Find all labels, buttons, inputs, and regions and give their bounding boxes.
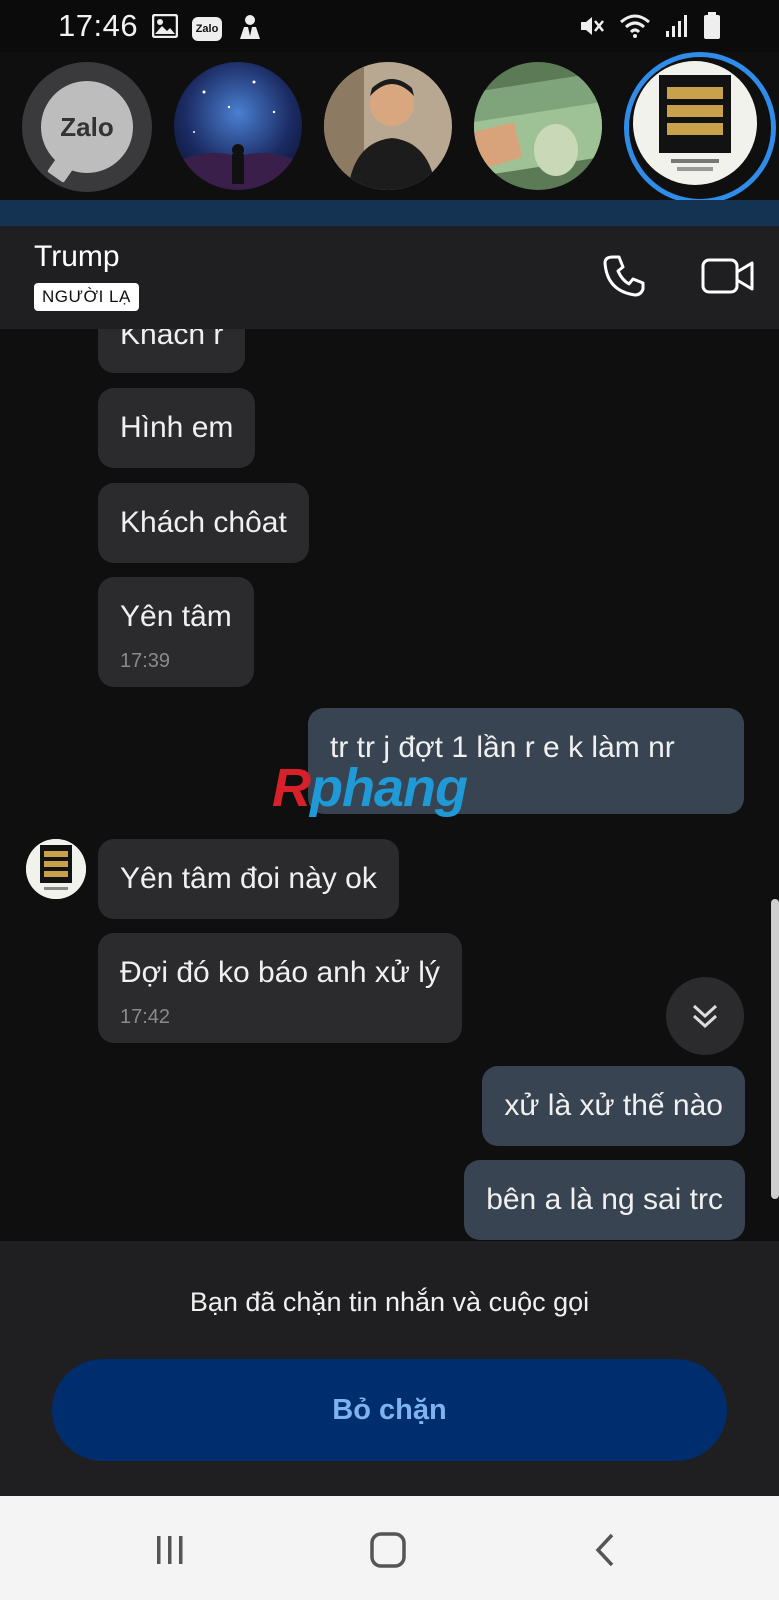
zalo-chat-head[interactable]: Zalo xyxy=(22,62,152,192)
chat-head-trump[interactable] xyxy=(633,61,757,185)
signal-icon xyxy=(665,13,689,44)
message-timestamp: 17:42 xyxy=(120,1006,171,1028)
chat-head-night-sky[interactable] xyxy=(174,62,302,190)
recent-apps-button[interactable] xyxy=(140,1520,200,1580)
home-icon xyxy=(370,1532,406,1568)
message-text: bên a là ng sai trc xyxy=(486,1183,723,1216)
video-call-button[interactable] xyxy=(698,248,758,304)
message-bubble[interactable]: xử là xử thế nào xyxy=(482,1066,745,1146)
chat-title[interactable]: Trump xyxy=(34,240,120,274)
message-bubble[interactable]: Khách chôat xyxy=(98,483,309,563)
message-bubble[interactable]: Đợi đó ko báo anh xử lý 17:42 xyxy=(98,933,462,1043)
message-text: Đợi đó ko báo anh xử lý xyxy=(120,956,440,989)
message-timestamp: 17:39 xyxy=(120,650,171,672)
header-accent-strip xyxy=(0,200,779,226)
message-text: Khách chôat xyxy=(120,506,287,539)
recent-apps-icon xyxy=(157,1536,183,1564)
message-text: Yên tâm xyxy=(120,600,232,633)
message-bubble[interactable]: bên a là ng sai trc xyxy=(464,1160,745,1240)
incognito-icon xyxy=(236,12,264,45)
zalo-logo-icon: Zalo xyxy=(41,81,133,173)
blocked-message: Bạn đã chặn tin nhắn và cuộc gọi xyxy=(189,1287,590,1317)
trump-poster-avatar xyxy=(633,61,757,185)
message-bubble[interactable]: Khach r xyxy=(98,329,246,373)
blocked-panel: Bạn đã chặn tin nhắn và cuộc gọi Bỏ chặn xyxy=(0,1241,779,1496)
stranger-badge: NGƯỜI LẠ xyxy=(34,283,139,311)
message-bubble[interactable]: Yên tâm 17:39 xyxy=(98,577,254,687)
voice-call-button[interactable] xyxy=(596,248,652,304)
scroll-to-bottom-button[interactable] xyxy=(666,977,744,1055)
back-button[interactable] xyxy=(576,1520,636,1580)
chevron-double-down-icon xyxy=(692,1004,718,1029)
sender-avatar[interactable] xyxy=(26,839,86,899)
message-bubble[interactable]: Hình em xyxy=(98,388,256,468)
video-icon xyxy=(701,258,754,294)
battery-icon xyxy=(703,12,721,45)
status-bar: 17:46 Zalo xyxy=(0,0,779,52)
message-text: Khach r xyxy=(120,329,224,351)
trump-poster-avatar xyxy=(26,839,86,899)
night-sky-avatar xyxy=(174,62,302,190)
status-icons-left: Zalo xyxy=(151,12,264,45)
phone-icon xyxy=(603,255,645,297)
mute-icon xyxy=(579,13,605,44)
home-button[interactable] xyxy=(358,1520,418,1580)
chat-head-person[interactable] xyxy=(324,62,452,190)
system-nav-bar xyxy=(0,1496,779,1600)
message-text: Hình em xyxy=(120,411,234,444)
money-avatar xyxy=(474,62,602,190)
unblock-button[interactable]: Bỏ chặn xyxy=(52,1359,727,1461)
zalo-icon: Zalo xyxy=(192,16,222,41)
status-time: 17:46 xyxy=(58,8,139,43)
message-list[interactable]: Khach r Hình em Khách chôat Yên tâm 17:3… xyxy=(0,329,779,1241)
message-bubble[interactable]: Yên tâm đoi này ok xyxy=(98,839,399,919)
person-avatar xyxy=(324,62,452,190)
wifi-icon xyxy=(619,13,651,44)
chat-header: Trump NGƯỜI LẠ xyxy=(0,226,779,329)
status-icons-right xyxy=(579,12,721,45)
message-text: Yên tâm đoi này ok xyxy=(120,862,377,895)
image-icon xyxy=(151,13,179,43)
scrollbar-handle[interactable] xyxy=(771,899,779,1199)
watermark-logo: Rphang xyxy=(272,758,468,818)
chat-heads-strip: Zalo xyxy=(0,52,779,218)
message-text: xử là xử thế nào xyxy=(504,1089,723,1122)
back-icon xyxy=(595,1533,614,1567)
chat-head-money[interactable] xyxy=(474,62,602,190)
